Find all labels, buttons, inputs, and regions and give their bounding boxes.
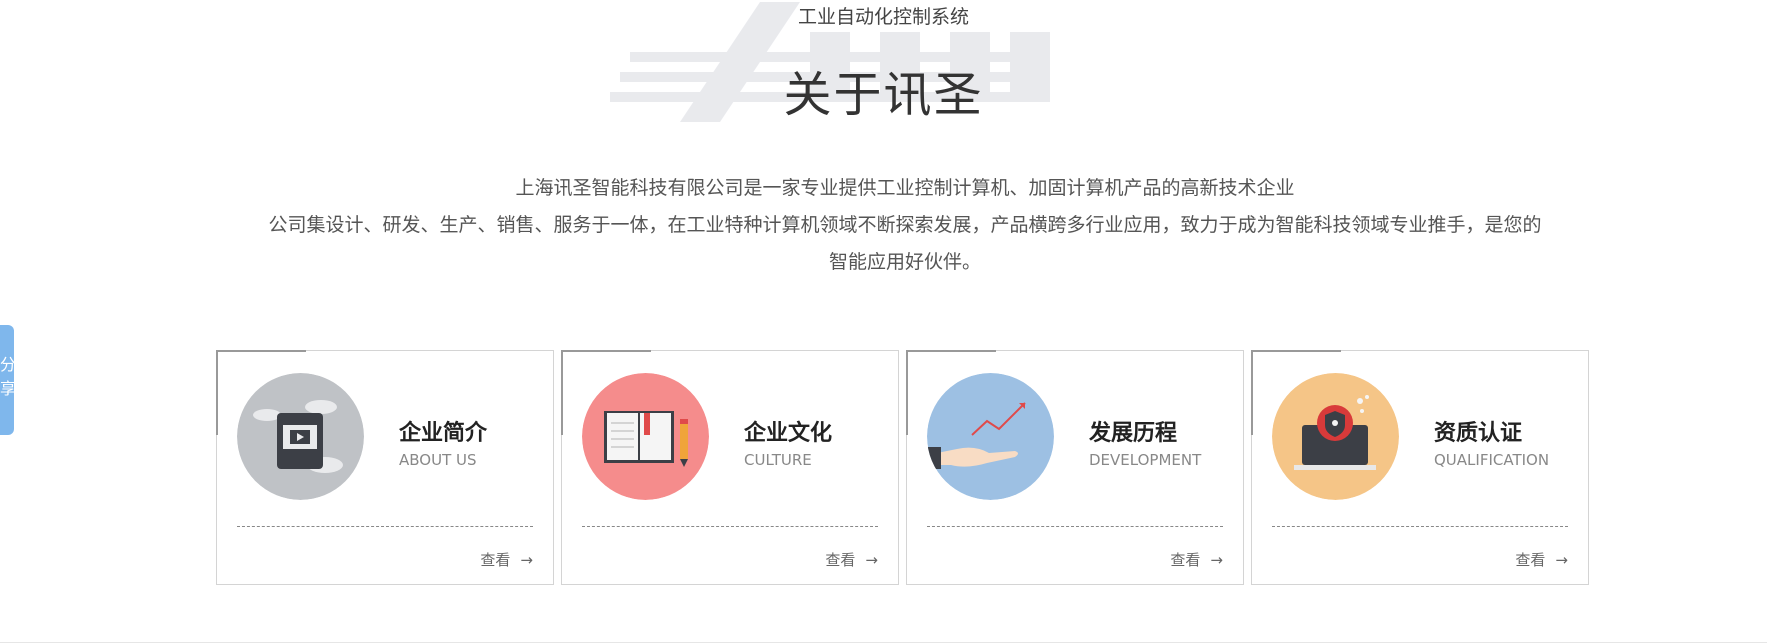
card-subtitle: CULTURE (744, 451, 812, 469)
arrow-right-icon: → (520, 551, 533, 569)
section-bottom-border (0, 642, 1767, 643)
view-link-label: 查看 (825, 551, 856, 569)
section-subtitle: 工业自动化控制系统 (797, 6, 969, 28)
card-corner-accent (906, 350, 908, 435)
growth-chart-hand-icon (927, 373, 1054, 500)
card-culture[interactable]: 企业文化 CULTURE 查看 → (561, 350, 899, 585)
arrow-right-icon: → (1210, 551, 1223, 569)
card-qualification[interactable]: 资质认证 QUALIFICATION 查看 → (1251, 350, 1589, 585)
view-link[interactable]: 查看 → (480, 549, 533, 570)
security-laptop-icon (1272, 373, 1399, 500)
arrow-right-icon: → (865, 551, 878, 569)
view-link-label: 查看 (480, 551, 511, 569)
intro-line-1: 上海讯圣智能科技有限公司是一家专业提供工业控制计算机、加固计算机产品的高新技术企… (515, 177, 1295, 199)
card-divider (582, 526, 878, 527)
view-link-label: 查看 (1170, 551, 1201, 569)
card-corner-accent (906, 350, 996, 352)
card-corner-accent (216, 350, 218, 435)
card-title: 企业简介 (399, 421, 488, 446)
intro-text: 上海讯圣智能科技有限公司是一家专业提供工业控制计算机、加固计算机产品的高新技术企… (260, 170, 1550, 281)
section-title: 关于讯圣 (783, 67, 984, 123)
arrow-right-icon: → (1555, 551, 1568, 569)
card-divider (927, 526, 1223, 527)
card-corner-accent (561, 350, 651, 352)
card-divider (1272, 526, 1568, 527)
card-corner-accent (1251, 350, 1253, 435)
card-title: 发展历程 (1089, 421, 1178, 446)
card-title: 企业文化 (744, 421, 833, 446)
card-subtitle: DEVELOPMENT (1089, 451, 1202, 469)
card-corner-accent (561, 350, 563, 435)
intro-line-2: 公司集设计、研发、生产、销售、服务于一体，在工业特种计算机领域不断探索发展，产品… (268, 214, 1542, 273)
video-tablet-icon (237, 373, 364, 500)
card-subtitle: ABOUT US (399, 451, 477, 469)
about-cards: 企业简介 ABOUT US 查看 → 企业文化 CULTURE 查看 → 发展历… (216, 350, 1592, 585)
card-divider (237, 526, 533, 527)
card-development[interactable]: 发展历程 DEVELOPMENT 查看 → (906, 350, 1244, 585)
card-title: 资质认证 (1434, 421, 1523, 446)
view-link[interactable]: 查看 → (825, 549, 878, 570)
card-subtitle: QUALIFICATION (1434, 451, 1550, 469)
card-corner-accent (1251, 350, 1341, 352)
card-about-us[interactable]: 企业简介 ABOUT US 查看 → (216, 350, 554, 585)
view-link[interactable]: 查看 → (1515, 549, 1568, 570)
share-tab[interactable]: 分享 (0, 325, 14, 435)
card-corner-accent (216, 350, 306, 352)
open-book-icon (582, 373, 709, 500)
view-link-label: 查看 (1515, 551, 1546, 569)
view-link[interactable]: 查看 → (1170, 549, 1223, 570)
